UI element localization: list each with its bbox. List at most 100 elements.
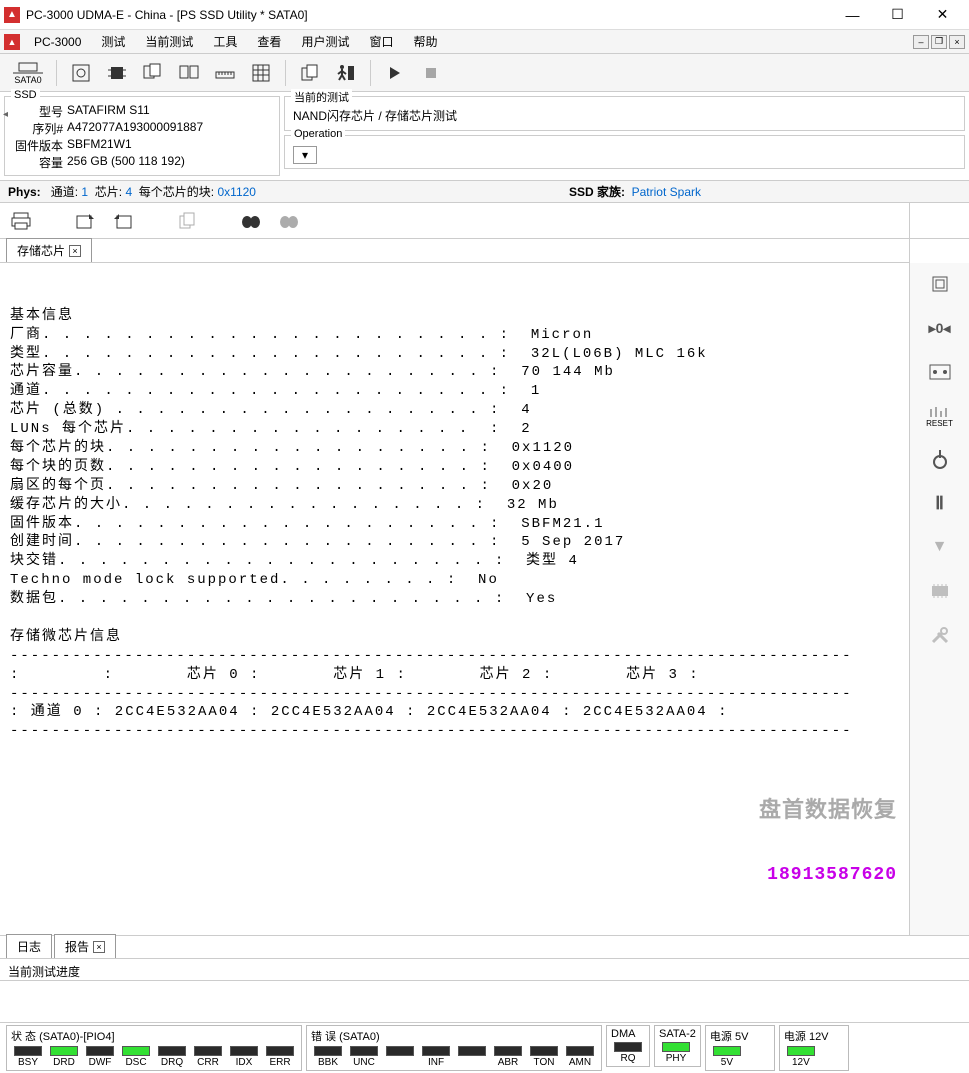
led-indicator	[494, 1046, 522, 1056]
print-icon[interactable]	[8, 208, 34, 234]
report-line: 每个块的页数. . . . . . . . . . . . . . . . . …	[10, 458, 899, 477]
tb-play-icon[interactable]	[379, 58, 411, 88]
status-group-error: 错 误 (SATA0) BBKUNCINFABRTONAMN	[306, 1025, 602, 1071]
led-indicator	[314, 1046, 342, 1056]
report-line: ----------------------------------------…	[10, 685, 899, 704]
app-name-menu[interactable]: PC-3000	[24, 32, 91, 52]
tab-report-close-icon[interactable]: ×	[93, 941, 105, 953]
import-icon[interactable]	[110, 208, 136, 234]
report-line: ----------------------------------------…	[10, 722, 899, 741]
led-bsy: BSY	[11, 1046, 45, 1068]
menu-test[interactable]: 测试	[91, 30, 135, 53]
led-label: DWF	[89, 1057, 112, 1068]
report-line: : 通道 0 : 2CC4E532AA04 : 2CC4E532AA04 : 2…	[10, 703, 899, 722]
minimize-button[interactable]: —	[830, 1, 875, 29]
status-5v-title: 电源 5V	[710, 1028, 770, 1044]
operation-panel: Operation ▾	[284, 135, 965, 169]
rs-chip2-icon[interactable]	[926, 578, 954, 604]
export-icon[interactable]	[72, 208, 98, 234]
report-line: 芯片 (总数) . . . . . . . . . . . . . . . . …	[10, 401, 899, 420]
maximize-button[interactable]: ☐	[875, 1, 920, 29]
report-line: 芯片容量. . . . . . . . . . . . . . . . . . …	[10, 363, 899, 382]
mdi-minimize[interactable]: –	[913, 35, 929, 49]
led-indicator	[266, 1046, 294, 1056]
ssd-family-label: SSD 家族:	[569, 185, 625, 199]
tb-stop-icon[interactable]	[415, 58, 447, 88]
tb-sata0[interactable]: SATA0	[8, 58, 48, 88]
collapse-arrow-icon[interactable]: ◂	[3, 109, 8, 120]
report-line: 类型. . . . . . . . . . . . . . . . . . . …	[10, 345, 899, 364]
tb-ruler-icon[interactable]	[209, 58, 241, 88]
report-line	[10, 609, 899, 628]
rs-down-icon[interactable]: ▼	[926, 534, 954, 560]
rs-hex-icon[interactable]: ▸0◂	[926, 315, 954, 341]
tab-report[interactable]: 报告 ×	[54, 934, 116, 958]
operation-dropdown[interactable]: ▾	[293, 146, 317, 164]
status-bar: 状 态 (SATA0)-[PIO4] BSYDRDDWFDSCDRQCRRIDX…	[0, 1023, 969, 1073]
led-dsc: DSC	[119, 1046, 153, 1068]
mdi-close[interactable]: ×	[949, 35, 965, 49]
rs-reset[interactable]: RESET	[926, 403, 953, 428]
copy-sub-icon[interactable]	[174, 208, 200, 234]
led-abr: ABR	[491, 1046, 525, 1068]
report-line: ----------------------------------------…	[10, 647, 899, 666]
tb-btn-3[interactable]	[137, 58, 169, 88]
close-button[interactable]: ✕	[920, 1, 965, 29]
led-indicator	[787, 1046, 815, 1056]
rs-tools-icon[interactable]	[926, 622, 954, 648]
tb-grid-icon[interactable]	[245, 58, 277, 88]
current-test-text: NAND闪存芯片 / 存储芯片测试	[293, 109, 457, 123]
tab-close-icon[interactable]: ×	[69, 245, 81, 257]
report-line: 缓存芯片的大小. . . . . . . . . . . . . . . . .…	[10, 496, 899, 515]
ssd-family-value: Patriot Spark	[632, 185, 701, 199]
cap-label: 容量	[13, 154, 63, 171]
status-group-5v: 电源 5V 5V	[705, 1025, 775, 1071]
led-5v: 5V	[710, 1046, 744, 1068]
led-rq: RQ	[611, 1042, 645, 1064]
progress-area	[0, 981, 969, 1023]
report-line: 扇区的每个页. . . . . . . . . . . . . . . . . …	[10, 477, 899, 496]
right-sidebar: ▸0◂ RESET Ⅱ ▼	[909, 263, 969, 935]
sub-toolbar	[0, 203, 909, 239]
menu-help[interactable]: 帮助	[403, 30, 447, 53]
led-label: TON	[534, 1057, 555, 1068]
tb-btn-4[interactable]	[173, 58, 205, 88]
menu-window[interactable]: 窗口	[359, 30, 403, 53]
led-idx: IDX	[227, 1046, 261, 1068]
tb-chip-icon[interactable]	[101, 58, 133, 88]
tab-storage-chip[interactable]: 存储芯片 ×	[6, 238, 92, 262]
led-label: 5V	[721, 1057, 733, 1068]
led-indicator	[662, 1042, 690, 1052]
cap-value: 256 GB (500 118 192)	[67, 154, 185, 171]
led-indicator	[422, 1046, 450, 1056]
app-icon-small: ▲	[4, 34, 20, 50]
rs-board-icon[interactable]	[926, 359, 954, 385]
status-group-state: 状 态 (SATA0)-[PIO4] BSYDRDDWFDSCDRQCRRIDX…	[6, 1025, 302, 1071]
binoculars-next-icon[interactable]	[276, 208, 302, 234]
rs-power-icon[interactable]	[926, 446, 954, 472]
tb-copy-icon[interactable]	[294, 58, 326, 88]
menu-tools[interactable]: 工具	[203, 30, 247, 53]
report-line: Techno mode lock supported. . . . . . . …	[10, 571, 899, 590]
led-indicator	[194, 1046, 222, 1056]
led-label: ERR	[269, 1057, 290, 1068]
watermark-phone: 18913587620	[759, 863, 897, 887]
binoculars-icon[interactable]	[238, 208, 264, 234]
led-drd: DRD	[47, 1046, 81, 1068]
tab-log[interactable]: 日志	[6, 934, 52, 958]
menu-current-test[interactable]: 当前测试	[135, 30, 203, 53]
menu-bar: ▲ PC-3000 测试 当前测试 工具 查看 用户测试 窗口 帮助 – ❐ ×	[0, 30, 969, 54]
report-line: 创建时间. . . . . . . . . . . . . . . . . . …	[10, 533, 899, 552]
tb-btn-1[interactable]	[65, 58, 97, 88]
main-toolbar: SATA0	[0, 54, 969, 92]
status-sata2-title: SATA-2	[659, 1028, 696, 1040]
report-content[interactable]: 基本信息厂商. . . . . . . . . . . . . . . . . …	[0, 263, 909, 935]
rs-chip-icon[interactable]	[926, 271, 954, 297]
channel-label: 通道:	[51, 185, 78, 199]
led-phy: PHY	[659, 1042, 693, 1064]
rs-pause-icon[interactable]: Ⅱ	[926, 490, 954, 516]
menu-view[interactable]: 查看	[247, 30, 291, 53]
mdi-restore[interactable]: ❐	[931, 35, 947, 49]
menu-user-test[interactable]: 用户测试	[291, 30, 359, 53]
tb-run-icon[interactable]	[330, 58, 362, 88]
